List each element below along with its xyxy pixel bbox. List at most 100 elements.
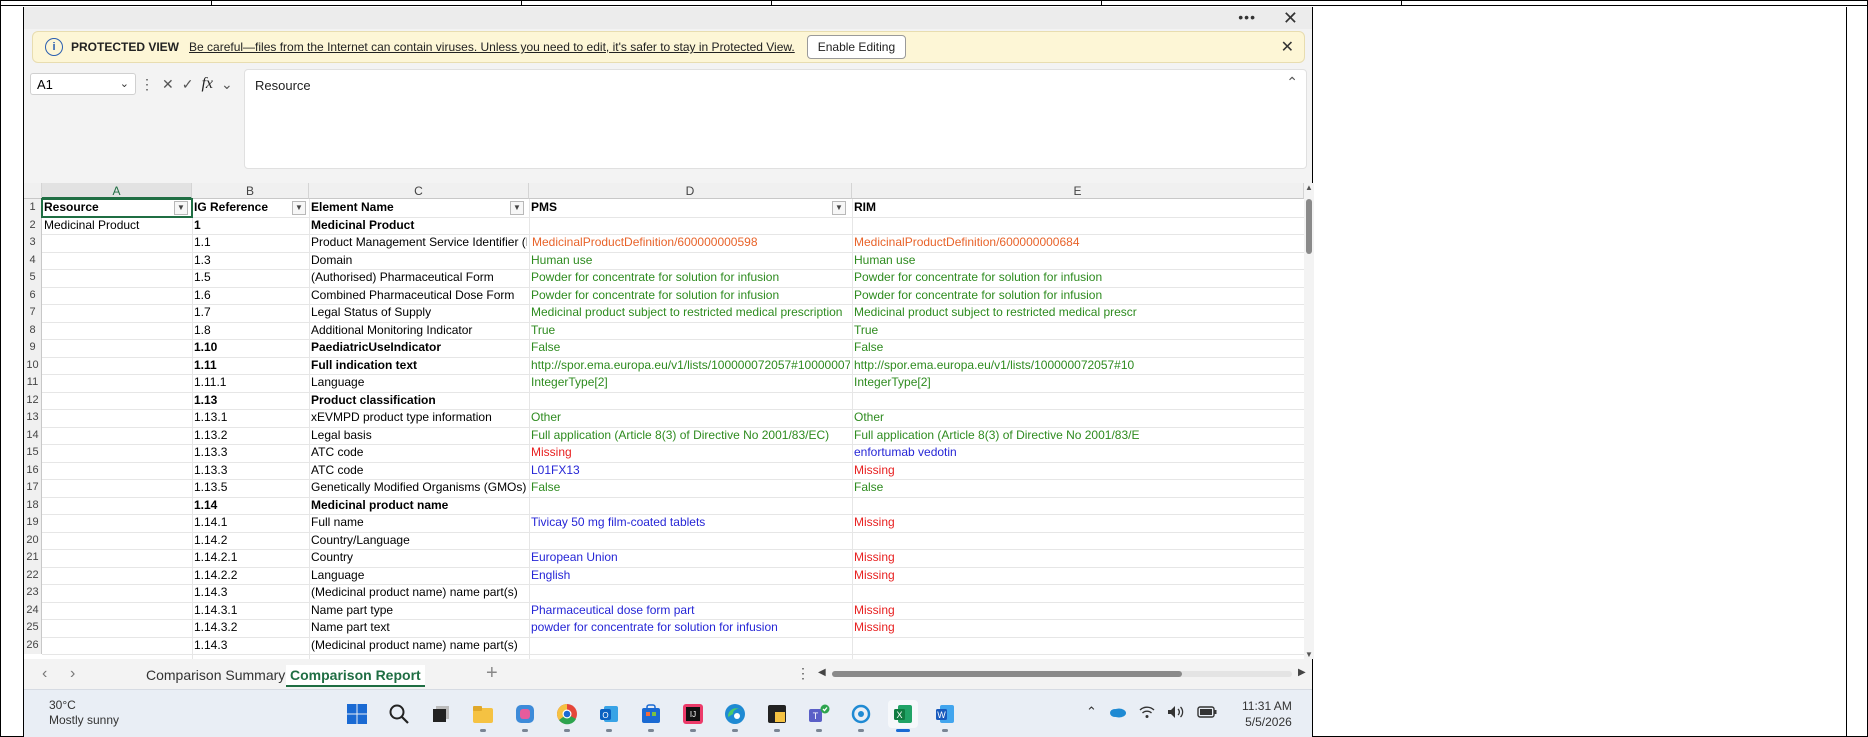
cell-b[interactable]: 1.14.2 bbox=[192, 532, 307, 550]
cell-b[interactable]: 1.8 bbox=[192, 322, 307, 340]
cell-d[interactable]: MedicinalProductDefinition/600000000598 bbox=[530, 234, 851, 252]
row-header[interactable]: 15 bbox=[24, 444, 42, 462]
cell-e[interactable]: Full application (Article 8(3) of Direct… bbox=[852, 427, 1302, 445]
cell-e[interactable]: Other bbox=[852, 409, 1302, 427]
cell-a[interactable] bbox=[42, 462, 190, 480]
cell-a[interactable] bbox=[42, 567, 190, 585]
column-header-c[interactable]: C bbox=[309, 183, 529, 199]
cell-a[interactable] bbox=[42, 269, 190, 287]
cell-e[interactable]: Missing bbox=[852, 567, 1302, 585]
column-header-d[interactable]: D bbox=[529, 183, 852, 199]
prev-sheet-icon[interactable]: ‹ bbox=[42, 665, 47, 683]
row-header[interactable]: 7 bbox=[24, 304, 42, 322]
cell-b[interactable]: 1.11.1 bbox=[192, 374, 307, 392]
spreadsheet-grid[interactable]: A B C D E 1 Resource IG Reference Element Name PM… bbox=[24, 183, 1304, 659]
cell-e[interactable] bbox=[852, 392, 1302, 410]
cell-e[interactable]: Missing bbox=[852, 514, 1302, 532]
cell-a[interactable] bbox=[42, 637, 190, 655]
row-header[interactable]: 24 bbox=[24, 601, 42, 619]
cell-b[interactable]: 1.14.3.2 bbox=[192, 619, 307, 637]
formula-input[interactable]: Resource ⌃ bbox=[244, 69, 1307, 169]
cell-e[interactable]: Missing bbox=[852, 549, 1302, 567]
cell-a[interactable] bbox=[42, 497, 190, 515]
word-icon[interactable]: W bbox=[930, 700, 960, 732]
cell-d[interactable]: Medicinal product subject to restricted … bbox=[529, 304, 850, 322]
select-all-corner[interactable] bbox=[24, 183, 42, 199]
column-header-e[interactable]: E bbox=[852, 183, 1304, 199]
check-icon[interactable]: ✓ bbox=[182, 76, 194, 93]
row-header[interactable]: 23 bbox=[24, 584, 42, 602]
cell-b[interactable]: 1.14.3 bbox=[192, 584, 307, 602]
row-header[interactable]: 19 bbox=[24, 514, 42, 532]
column-header-b[interactable]: B bbox=[192, 183, 309, 199]
row-header[interactable]: 16 bbox=[24, 461, 42, 479]
filter-dropdown-icon[interactable]: ▼ bbox=[510, 201, 524, 215]
cell-a[interactable] bbox=[42, 619, 190, 637]
cell-a[interactable] bbox=[42, 549, 190, 567]
cell-b[interactable]: 1.14.2.1 bbox=[192, 549, 307, 567]
cell-c[interactable]: Legal basis bbox=[309, 427, 527, 445]
row-header[interactable]: 11 bbox=[24, 374, 42, 392]
cell-d[interactable]: True bbox=[529, 322, 850, 340]
cell-e[interactable] bbox=[852, 217, 1302, 235]
clock[interactable]: 11:31 AM 5/5/2026 bbox=[1242, 698, 1292, 730]
scroll-left-icon[interactable]: ◀ bbox=[818, 667, 826, 678]
more-options-button[interactable]: ••• bbox=[1238, 9, 1256, 25]
cell-d[interactable] bbox=[529, 497, 850, 515]
cell-a[interactable] bbox=[42, 322, 190, 340]
cell-a[interactable] bbox=[42, 602, 190, 620]
cell-c[interactable]: Language bbox=[309, 374, 527, 392]
scroll-down-icon[interactable]: ▼ bbox=[1305, 650, 1313, 659]
cell-e[interactable] bbox=[852, 532, 1302, 550]
cell-e[interactable]: Powder for concentrate for solution for … bbox=[852, 287, 1302, 305]
cell-b[interactable]: 1.6 bbox=[192, 287, 307, 305]
cell-c[interactable]: Language bbox=[309, 567, 527, 585]
row-header[interactable]: 25 bbox=[24, 619, 42, 637]
cell-a[interactable]: Medicinal Product bbox=[42, 217, 190, 235]
vertical-scroll-thumb[interactable] bbox=[1306, 199, 1312, 254]
excel-icon[interactable]: X bbox=[888, 700, 918, 732]
cell-c[interactable]: Domain bbox=[309, 252, 527, 270]
scroll-up-icon[interactable]: ▲ bbox=[1305, 183, 1313, 192]
settings-sync-icon[interactable] bbox=[846, 700, 876, 732]
start-icon[interactable] bbox=[342, 700, 372, 728]
cell-a[interactable] bbox=[42, 514, 190, 532]
cell-d[interactable]: Missing bbox=[529, 444, 850, 462]
cell-a[interactable] bbox=[42, 584, 190, 602]
cell-b[interactable]: 1.11 bbox=[192, 357, 307, 375]
chevron-down-icon[interactable]: ⌄ bbox=[221, 76, 233, 93]
cell-e[interactable]: Missing bbox=[852, 462, 1302, 480]
window-close-button[interactable]: ✕ bbox=[1283, 8, 1298, 29]
row-header[interactable]: 13 bbox=[24, 409, 42, 427]
cell-d[interactable]: False bbox=[529, 339, 850, 357]
next-sheet-icon[interactable]: › bbox=[70, 665, 75, 683]
row-header[interactable]: 17 bbox=[24, 479, 42, 497]
row-header[interactable]: 4 bbox=[24, 251, 42, 269]
tab-comparison-report[interactable]: Comparison Report bbox=[286, 665, 425, 687]
sticky-notes-icon[interactable] bbox=[762, 700, 792, 732]
cell-a[interactable] bbox=[42, 252, 190, 270]
row-header[interactable]: 1 bbox=[24, 199, 42, 217]
cell-e[interactable]: enfortumab vedotin bbox=[852, 444, 1302, 462]
cell-d[interactable]: IntegerType[2] bbox=[529, 374, 850, 392]
volume-icon[interactable] bbox=[1167, 705, 1185, 719]
cell-a[interactable] bbox=[42, 392, 190, 410]
cell-d[interactable] bbox=[529, 217, 850, 235]
cell-c[interactable]: (Authorised) Pharmaceutical Form bbox=[309, 269, 527, 287]
row-header[interactable]: 3 bbox=[24, 234, 42, 252]
row-header[interactable]: 9 bbox=[24, 339, 42, 357]
name-box[interactable]: A1 ⌄ bbox=[30, 73, 136, 95]
cell-a[interactable] bbox=[42, 339, 190, 357]
cell-a[interactable] bbox=[42, 532, 190, 550]
cell-b[interactable]: 1.14.3 bbox=[192, 637, 307, 655]
cell-c[interactable]: Full indication text bbox=[309, 357, 527, 375]
cell-b[interactable]: 1.7 bbox=[192, 304, 307, 322]
cell-e[interactable]: Human use bbox=[852, 252, 1302, 270]
cell-d[interactable]: Pharmaceutical dose form part bbox=[529, 602, 850, 620]
cell-c[interactable]: Medicinal Product bbox=[309, 217, 527, 235]
cell-c[interactable]: Product classification bbox=[309, 392, 527, 410]
row-header[interactable]: 21 bbox=[24, 549, 42, 567]
column-header-a[interactable]: A bbox=[42, 183, 192, 199]
protected-view-message[interactable]: Be careful—files from the Internet can c… bbox=[189, 40, 795, 54]
cell-d[interactable]: European Union bbox=[529, 549, 850, 567]
